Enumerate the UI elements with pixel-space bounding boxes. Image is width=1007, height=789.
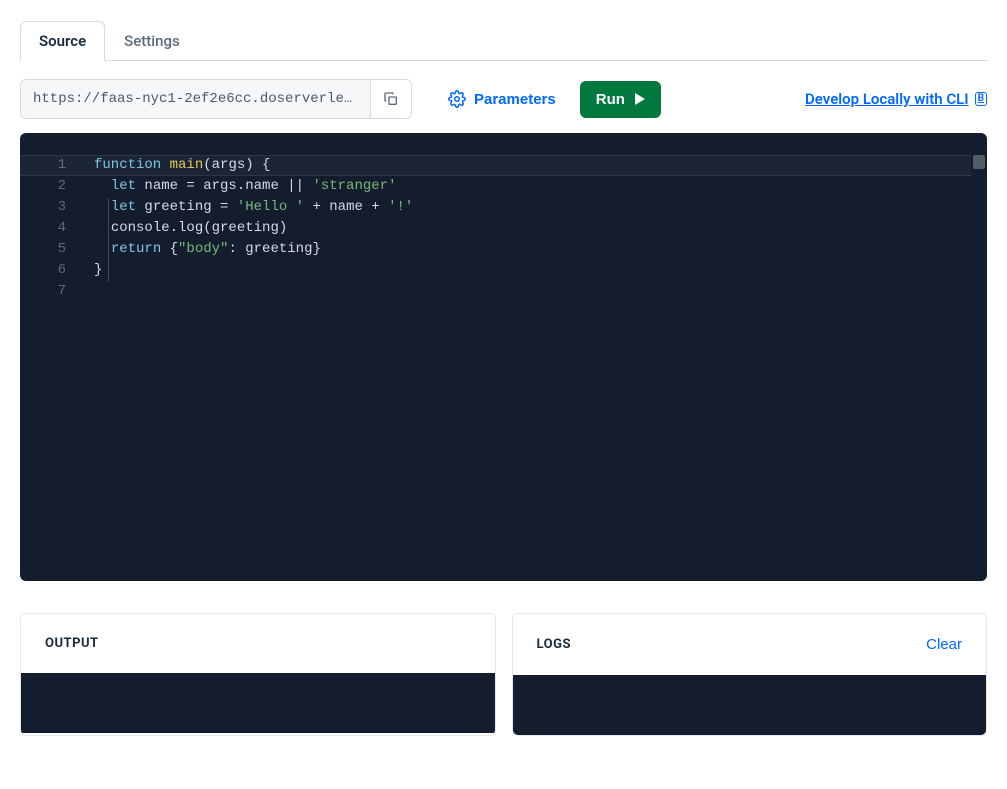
function-url-input[interactable] <box>21 80 371 118</box>
line-number: 2 <box>20 176 66 197</box>
output-panels: OUTPUT LOGS Clear <box>20 613 987 736</box>
logs-panel-title: LOGS <box>537 637 571 652</box>
line-number: 5 <box>20 239 66 260</box>
logs-panel-body <box>513 675 987 735</box>
tab-settings[interactable]: Settings <box>105 21 199 61</box>
line-number: 1 <box>20 155 66 176</box>
output-panel: OUTPUT <box>20 613 496 736</box>
copy-icon <box>383 91 399 107</box>
gear-icon <box>448 90 466 108</box>
output-panel-header: OUTPUT <box>21 614 495 673</box>
logs-panel: LOGS Clear <box>512 613 988 736</box>
copy-url-button[interactable] <box>371 80 411 118</box>
editor-scrollbar-thumb[interactable] <box>973 155 985 169</box>
tab-source[interactable]: Source <box>20 21 105 61</box>
code-content[interactable]: function main(args) { let name = args.na… <box>80 155 987 581</box>
code-line[interactable]: let name = args.name || 'stranger' <box>80 176 987 197</box>
line-number: 7 <box>20 281 66 302</box>
output-panel-title: OUTPUT <box>45 636 99 651</box>
line-number: 6 <box>20 260 66 281</box>
develop-locally-cli-link[interactable]: Develop Locally with CLI B <box>805 90 987 108</box>
code-editor[interactable]: 1234567 function main(args) { let name =… <box>20 133 987 581</box>
url-group <box>20 79 412 119</box>
cli-link-label: Develop Locally with CLI <box>805 90 969 108</box>
play-icon <box>635 93 645 105</box>
logs-panel-header: LOGS Clear <box>513 614 987 675</box>
code-line[interactable]: console.log(greeting) <box>80 218 987 239</box>
clear-logs-button[interactable]: Clear <box>926 636 962 653</box>
parameters-label: Parameters <box>474 91 556 108</box>
output-panel-body <box>21 673 495 733</box>
code-line[interactable]: } <box>80 260 987 281</box>
code-line[interactable]: function main(args) { <box>80 155 987 176</box>
line-number: 4 <box>20 218 66 239</box>
run-button[interactable]: Run <box>580 81 661 118</box>
code-line[interactable] <box>80 281 987 302</box>
editor-scrollbar[interactable] <box>973 155 985 555</box>
external-badge-icon: B <box>975 92 987 106</box>
code-line[interactable]: return {"body": greeting} <box>80 239 987 260</box>
run-label: Run <box>596 91 625 108</box>
toolbar: Parameters Run Develop Locally with CLI … <box>0 61 1007 133</box>
parameters-button[interactable]: Parameters <box>436 82 568 116</box>
code-line[interactable]: let greeting = 'Hello ' + name + '!' <box>80 197 987 218</box>
line-number: 3 <box>20 197 66 218</box>
line-number-gutter: 1234567 <box>20 155 80 581</box>
tabs-bar: Source Settings <box>20 20 987 61</box>
